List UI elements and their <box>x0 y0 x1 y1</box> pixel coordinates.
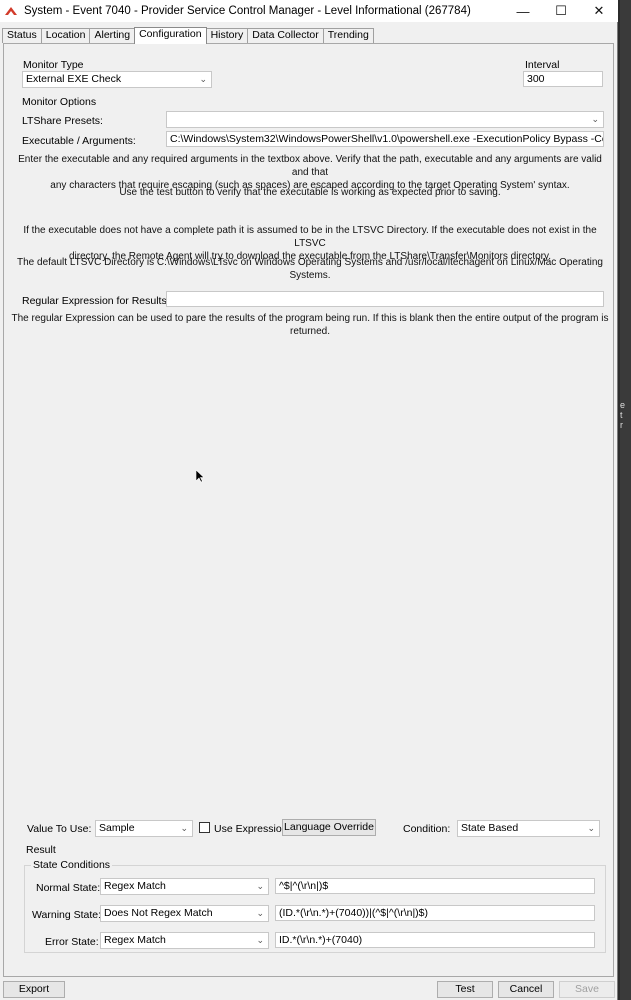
chevron-down-icon: ⌄ <box>180 823 188 833</box>
monitor-options-label: Monitor Options <box>22 96 97 108</box>
condition-value: State Based <box>461 822 519 834</box>
monitor-type-label: Monitor Type <box>23 59 84 71</box>
default-dir-help-text: The default LTSVC Directory is C:\Window… <box>17 257 603 281</box>
use-expression-checkbox[interactable] <box>199 822 210 833</box>
interval-label: Interval <box>525 59 560 71</box>
normal-state-operator-select[interactable]: Regex Match ⌄ <box>100 878 269 895</box>
close-button[interactable]: ✕ <box>580 0 618 22</box>
chevron-down-icon: ⌄ <box>256 908 264 918</box>
presets-select[interactable]: ⌄ <box>166 111 604 128</box>
app-logo-icon <box>4 4 18 18</box>
maximize-button[interactable]: ☐ <box>542 0 580 22</box>
help-line: If the executable does not have a comple… <box>23 225 597 249</box>
background-window-text: e t r <box>620 400 626 430</box>
error-state-label: Error State: <box>45 936 99 948</box>
regex-label: Regular Expression for Results: <box>22 295 170 307</box>
executable-input[interactable]: C:\Windows\System32\WindowsPowerShell\v1… <box>166 131 604 147</box>
state-conditions-group: State Conditions Normal State: Regex Mat… <box>24 859 606 953</box>
help-line: Enter the executable and any required ar… <box>18 154 602 178</box>
test-help-text: Use the test button to verify that the e… <box>119 187 501 198</box>
state-conditions-title: State Conditions <box>31 859 113 871</box>
presets-label: LTShare Presets: <box>22 115 103 127</box>
monitor-window: System - Event 7040 - Provider Service C… <box>0 0 618 1000</box>
value-to-use-label: Value To Use: <box>27 823 92 835</box>
executable-label: Executable / Arguments: <box>22 135 136 147</box>
regex-input[interactable] <box>166 291 604 307</box>
warning-state-operator-select[interactable]: Does Not Regex Match ⌄ <box>100 905 269 922</box>
tab-location[interactable]: Location <box>40 28 91 43</box>
export-button[interactable]: Export <box>3 981 65 998</box>
background-window-strip <box>620 0 631 1000</box>
regex-help-text: The regular Expression can be used to pa… <box>11 313 609 337</box>
test-button[interactable]: Test <box>437 981 493 998</box>
interval-input[interactable]: 300 <box>523 71 603 87</box>
chevron-down-icon: ⌄ <box>256 881 264 891</box>
tab-strip: Status Location Alerting Configuration H… <box>2 27 374 44</box>
tab-data-collector[interactable]: Data Collector <box>247 28 324 43</box>
chevron-down-icon: ⌄ <box>591 114 599 124</box>
chevron-down-icon: ⌄ <box>199 74 207 84</box>
condition-select[interactable]: State Based ⌄ <box>457 820 600 837</box>
condition-label: Condition: <box>403 823 451 835</box>
title-bar[interactable]: System - Event 7040 - Provider Service C… <box>0 0 618 22</box>
chevron-down-icon: ⌄ <box>587 823 595 833</box>
tab-history[interactable]: History <box>205 28 249 43</box>
normal-state-operator: Regex Match <box>104 880 166 892</box>
use-expression-label: Use Expression <box>214 823 288 835</box>
tab-configuration[interactable]: Configuration <box>134 27 207 44</box>
value-to-use-select[interactable]: Sample ⌄ <box>95 820 193 837</box>
monitor-type-value: External EXE Check <box>26 73 122 85</box>
error-state-operator-select[interactable]: Regex Match ⌄ <box>100 932 269 949</box>
value-to-use-value: Sample <box>99 822 135 834</box>
warning-state-label: Warning State: <box>32 909 102 921</box>
result-label: Result <box>26 844 56 856</box>
save-button[interactable]: Save <box>559 981 615 998</box>
cancel-button[interactable]: Cancel <box>498 981 554 998</box>
tab-alerting[interactable]: Alerting <box>89 28 136 43</box>
normal-state-label: Normal State: <box>36 882 101 894</box>
chevron-down-icon: ⌄ <box>256 935 264 945</box>
monitor-type-select[interactable]: External EXE Check ⌄ <box>22 71 212 88</box>
warning-state-input[interactable]: (ID.*(\r\n.*)+(7040))|(^$|^(\r\n|)$) <box>275 905 595 921</box>
error-state-input[interactable]: ID.*(\r\n.*)+(7040) <box>275 932 595 948</box>
configuration-panel: Monitor Type External EXE Check ⌄ Interv… <box>3 43 614 977</box>
warning-state-operator: Does Not Regex Match <box>104 907 213 919</box>
error-state-operator: Regex Match <box>104 934 166 946</box>
window-title: System - Event 7040 - Provider Service C… <box>24 5 471 17</box>
tab-status[interactable]: Status <box>2 28 42 43</box>
language-override-button[interactable]: Language Override <box>282 819 376 836</box>
tab-trending[interactable]: Trending <box>322 28 374 43</box>
normal-state-input[interactable]: ^$|^(\r\n|)$ <box>275 878 595 894</box>
minimize-button[interactable]: — <box>504 0 542 22</box>
